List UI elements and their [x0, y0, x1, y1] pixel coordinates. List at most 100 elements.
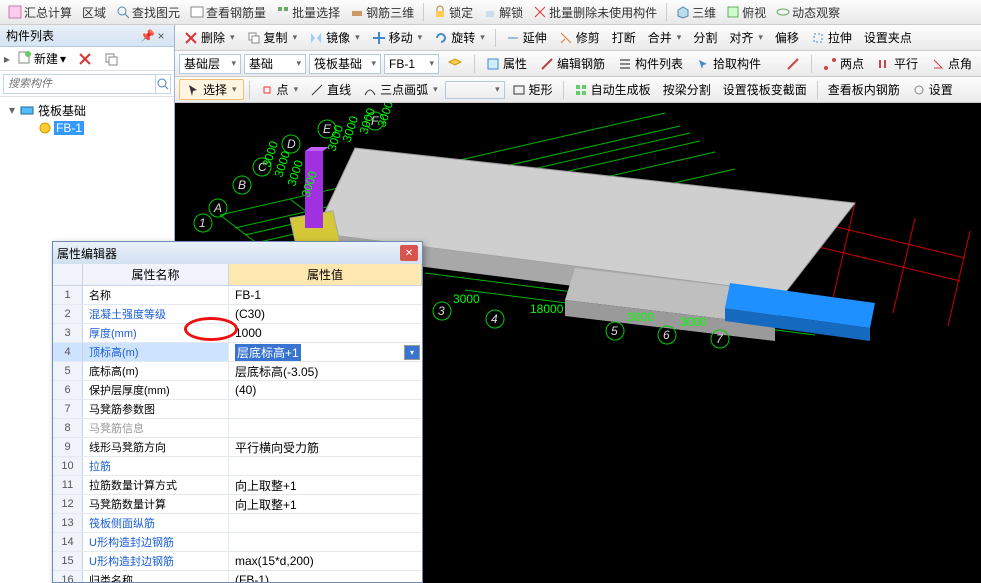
auto-slab-button[interactable]: 自动生成板: [569, 81, 656, 98]
property-row[interactable]: 10拉筋: [53, 457, 422, 476]
property-row[interactable]: 4顶标高(m)层底标高+1▾: [53, 343, 422, 362]
settings-button[interactable]: 设置: [907, 81, 958, 98]
property-value[interactable]: [229, 533, 422, 551]
stretch-button[interactable]: 拉伸: [806, 29, 857, 46]
tree-node-child[interactable]: FB-1: [2, 119, 172, 137]
menu-3d[interactable]: 三维: [672, 4, 720, 21]
line-button[interactable]: 直线: [305, 81, 356, 98]
property-value[interactable]: [229, 419, 422, 437]
rotate-button[interactable]: 旋转: [429, 29, 490, 46]
merge-button[interactable]: 合并: [643, 29, 687, 46]
close-icon[interactable]: ×: [154, 29, 168, 43]
point-button[interactable]: 点: [255, 81, 304, 98]
menu-item[interactable]: 批量选择: [272, 4, 344, 21]
property-row[interactable]: 7马凳筋参数图: [53, 400, 422, 419]
move-button[interactable]: 移动: [367, 29, 428, 46]
close-icon[interactable]: ✕: [400, 245, 418, 261]
property-value[interactable]: 层底标高+1▾: [229, 343, 422, 361]
property-row[interactable]: 11拉筋数量计算方式向上取整+1: [53, 476, 422, 495]
property-row[interactable]: 9线形马凳筋方向平行横向受力筋: [53, 438, 422, 457]
property-row[interactable]: 14U形构造封边钢筋: [53, 533, 422, 552]
property-value[interactable]: [229, 514, 422, 532]
tree-node-root[interactable]: ▾ 筏板基础: [2, 101, 172, 119]
svg-text:D: D: [287, 137, 296, 151]
subcategory-select[interactable]: 筏板基础: [309, 54, 381, 74]
select-button[interactable]: 选择: [179, 79, 244, 100]
property-row[interactable]: 1名称FB-1: [53, 286, 422, 305]
draw-toolbar: 选择 点 直线 三点画弧 矩形 自动生成板 按梁分割 设置筏板变截面 查看板内钢…: [175, 77, 981, 103]
aux-tool[interactable]: [781, 57, 805, 71]
raft-section-button[interactable]: 设置筏板变截面: [718, 81, 812, 98]
property-row[interactable]: 15U形构造封边钢筋max(15*d,200): [53, 552, 422, 571]
property-value[interactable]: (40): [229, 381, 422, 399]
properties-button[interactable]: 属性: [481, 55, 532, 72]
new-button[interactable]: 新建 ▾: [14, 50, 70, 67]
property-row[interactable]: 5底标高(m)层底标高(-3.05): [53, 362, 422, 381]
property-value[interactable]: [229, 457, 422, 475]
menu-unlock[interactable]: 解锁: [479, 4, 527, 21]
mirror-button[interactable]: 镜像: [304, 29, 365, 46]
property-row[interactable]: 8马凳筋信息: [53, 419, 422, 438]
pick-member-button[interactable]: 拾取构件: [691, 55, 766, 72]
menu-item[interactable]: 区域: [78, 4, 110, 21]
property-value[interactable]: (C30): [229, 305, 422, 323]
property-value[interactable]: 平行横向受力筋: [229, 438, 422, 456]
search-input[interactable]: [3, 74, 156, 94]
property-value[interactable]: 1000: [229, 324, 422, 342]
property-value[interactable]: [229, 400, 422, 418]
menu-lock[interactable]: 锁定: [429, 4, 477, 21]
property-row[interactable]: 2混凝土强度等级(C30): [53, 305, 422, 324]
layer-icon-button[interactable]: [442, 56, 468, 72]
property-value[interactable]: (FB-1): [229, 571, 422, 582]
expand-icon[interactable]: ▸: [4, 52, 10, 66]
member-list-button[interactable]: 构件列表: [613, 55, 688, 72]
floor-select[interactable]: 基础层: [179, 54, 241, 74]
view-slab-rebar-button[interactable]: 查看板内钢筋: [823, 81, 905, 98]
property-row[interactable]: 6保护层厚度(mm)(40): [53, 381, 422, 400]
property-row[interactable]: 16归类名称(FB-1): [53, 571, 422, 582]
property-row[interactable]: 12马凳筋数量计算向上取整+1: [53, 495, 422, 514]
menu-item[interactable]: 汇总计算: [4, 4, 76, 21]
delete-button[interactable]: [74, 52, 96, 66]
copy-button[interactable]: [100, 52, 122, 66]
dropdown-icon[interactable]: ▾: [404, 345, 420, 360]
property-row[interactable]: 3厚度(mm)1000: [53, 324, 422, 343]
menu-topview[interactable]: 俯视: [722, 4, 770, 21]
search-button[interactable]: [156, 74, 171, 94]
property-value[interactable]: FB-1: [229, 286, 422, 304]
menu-item[interactable]: 查看钢筋量: [186, 4, 270, 21]
offset-button[interactable]: 偏移: [770, 29, 804, 46]
rect-button[interactable]: 矩形: [507, 81, 558, 98]
point-angle-button[interactable]: 点角: [926, 55, 977, 72]
property-value[interactable]: 层底标高(-3.05): [229, 362, 422, 380]
delete-button[interactable]: 删除: [179, 29, 240, 46]
extend-button[interactable]: 延伸: [501, 29, 552, 46]
menu-item[interactable]: 查找图元: [112, 4, 184, 21]
member-select[interactable]: FB-1: [384, 54, 439, 74]
property-value[interactable]: 向上取整+1: [229, 476, 422, 494]
split-by-beam-button[interactable]: 按梁分割: [658, 81, 716, 98]
menu-orbit[interactable]: 动态观察: [772, 4, 844, 21]
property-value[interactable]: 向上取整+1: [229, 495, 422, 513]
draw-mode-select[interactable]: [445, 81, 505, 99]
property-value[interactable]: max(15*d,200): [229, 552, 422, 570]
menu-item[interactable]: 钢筋三维: [346, 4, 418, 21]
dialog-titlebar[interactable]: 属性编辑器 ✕: [53, 242, 422, 264]
collapse-icon[interactable]: ▾: [6, 103, 18, 117]
parallel-button[interactable]: 平行: [872, 55, 923, 72]
edit-rebar-button[interactable]: 编辑钢筋: [535, 55, 610, 72]
menu-item[interactable]: 批量删除未使用构件: [529, 4, 661, 21]
pin-icon[interactable]: 📌: [140, 29, 154, 43]
align-button[interactable]: 对齐: [724, 29, 768, 46]
header-name: 属性名称: [83, 264, 229, 285]
break-button[interactable]: 打断: [607, 29, 641, 46]
grip-button[interactable]: 设置夹点: [859, 29, 917, 46]
category-select[interactable]: 基础: [244, 54, 306, 74]
property-row[interactable]: 13筏板侧面纵筋: [53, 514, 422, 533]
split-button[interactable]: 分割: [688, 29, 722, 46]
arc-button[interactable]: 三点画弧: [358, 81, 443, 98]
two-point-button[interactable]: 两点: [818, 55, 869, 72]
svg-text:3: 3: [438, 304, 445, 318]
copy-button[interactable]: 复制: [242, 29, 303, 46]
trim-button[interactable]: 修剪: [554, 29, 605, 46]
